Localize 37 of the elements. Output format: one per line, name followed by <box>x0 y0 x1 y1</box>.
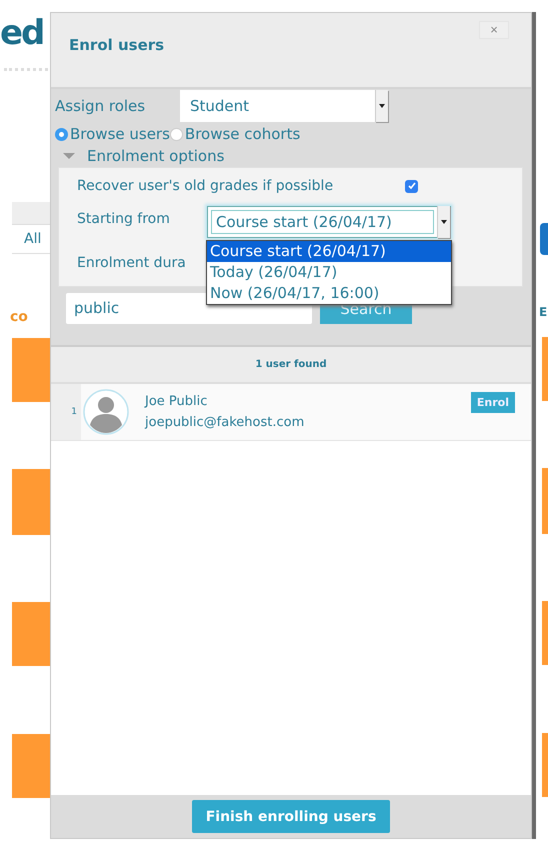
radio-option[interactable]: Browse users <box>55 125 170 143</box>
field-label: Starting from <box>77 211 171 227</box>
radio-option[interactable]: Browse cohorts <box>170 125 300 143</box>
field-label: Recover user's old grades if possible <box>77 178 334 194</box>
caret-icon <box>441 220 447 224</box>
course-banner <box>542 601 548 665</box>
course-banner <box>542 468 548 534</box>
field-label: Enrolment dura <box>77 255 187 271</box>
user-name: Joe Public <box>145 394 208 409</box>
user-email: joepublic@fakehost.com <box>145 415 306 430</box>
dropdown-option[interactable]: Course start (26/04/17) <box>207 241 451 262</box>
section-heading: co <box>10 308 29 326</box>
course-banner <box>12 469 50 535</box>
avatar-icon <box>83 389 129 435</box>
page-heading: ed <box>0 14 44 52</box>
row-number: 1 <box>71 407 77 417</box>
start-select[interactable]: Course start (26/04/17) <box>207 206 451 238</box>
course-banner <box>12 734 50 798</box>
dropdown-option[interactable]: Today (26/04/17) <box>207 262 451 283</box>
finish-button[interactable]: Finish enrolling users <box>192 800 390 833</box>
page-button[interactable] <box>540 223 548 255</box>
course-banner <box>542 733 548 797</box>
tab[interactable]: All <box>24 231 42 247</box>
course-banner <box>542 337 548 401</box>
checkbox[interactable] <box>405 180 418 192</box>
caret-icon <box>379 104 385 108</box>
role-select[interactable]: Student <box>180 90 388 122</box>
check-icon <box>406 181 416 191</box>
section-toggle[interactable]: Enrolment options <box>63 145 523 167</box>
dialog-title: Enrol users <box>69 36 164 54</box>
close-button[interactable]: × <box>479 21 509 39</box>
section-heading: E <box>539 305 548 321</box>
field-label: Assign roles <box>55 97 146 115</box>
result-count: 1 user found <box>255 359 327 370</box>
enrol-button[interactable]: Enrol <box>470 392 515 412</box>
course-banner <box>12 602 50 666</box>
course-banner <box>12 338 50 402</box>
